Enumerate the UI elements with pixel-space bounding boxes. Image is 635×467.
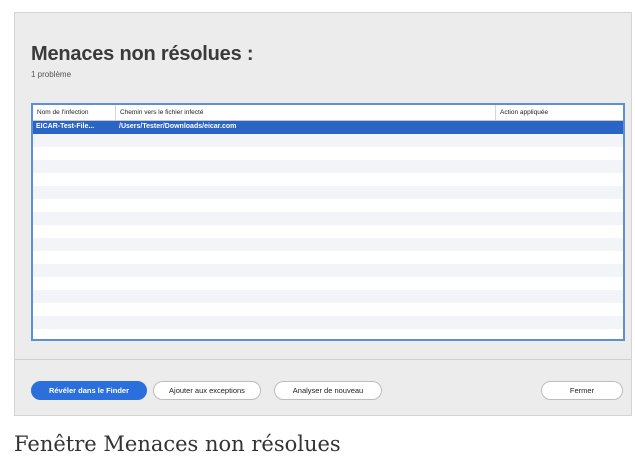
problem-count: 1 problème: [31, 70, 72, 79]
empty-table-row: [33, 316, 623, 329]
footer-divider: [15, 359, 631, 360]
table-header: Nom de l'infection Chemin vers le fichie…: [33, 105, 623, 121]
empty-table-row: [33, 160, 623, 173]
empty-table-row: [33, 225, 623, 238]
empty-table-row: [33, 329, 623, 339]
threats-table[interactable]: Nom de l'infection Chemin vers le fichie…: [31, 103, 625, 341]
unresolved-threats-window: Menaces non résolues : 1 problème Nom de…: [14, 12, 632, 416]
empty-rows: [33, 134, 623, 339]
file-path-cell: /Users/Tester/Downloads/eicar.com: [119, 123, 237, 130]
empty-table-row: [33, 212, 623, 225]
add-to-exceptions-button[interactable]: Ajouter aux exceptions: [153, 381, 261, 400]
empty-table-row: [33, 147, 623, 160]
empty-table-row: [33, 264, 623, 277]
infection-name-cell: EICAR-Test-File...: [36, 123, 95, 130]
column-header-action[interactable]: Action appliquée: [496, 105, 623, 120]
figure-caption: Fenêtre Menaces non résolues: [14, 432, 341, 456]
empty-table-row: [33, 173, 623, 186]
empty-table-row: [33, 303, 623, 316]
table-row[interactable]: EICAR-Test-File... /Users/Tester/Downloa…: [33, 121, 623, 134]
empty-table-row: [33, 186, 623, 199]
rescan-button[interactable]: Analyser de nouveau: [274, 381, 382, 400]
close-button[interactable]: Fermer: [541, 381, 623, 400]
empty-table-row: [33, 277, 623, 290]
column-header-file-path[interactable]: Chemin vers le fichier infecté: [116, 105, 496, 120]
column-header-infection-name[interactable]: Nom de l'infection: [33, 105, 116, 120]
reveal-in-finder-button[interactable]: Révéler dans le Finder: [31, 381, 147, 400]
empty-table-row: [33, 199, 623, 212]
page-title: Menaces non résolues :: [31, 43, 254, 65]
empty-table-row: [33, 238, 623, 251]
action-cell: [496, 121, 623, 134]
empty-table-row: [33, 134, 623, 147]
empty-table-row: [33, 290, 623, 303]
empty-table-row: [33, 251, 623, 264]
